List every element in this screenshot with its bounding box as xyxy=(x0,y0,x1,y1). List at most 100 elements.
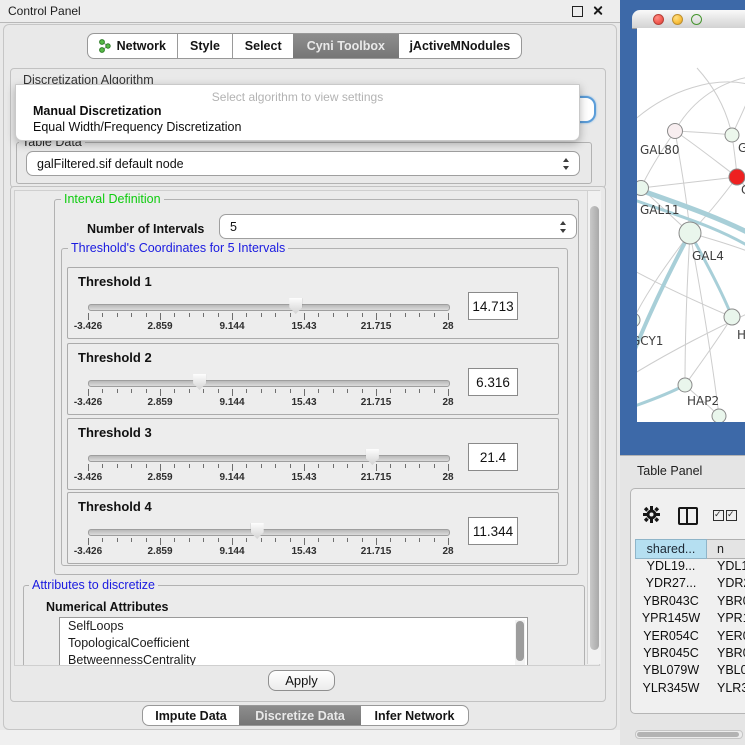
cell-name[interactable]: YBR0 xyxy=(707,646,745,663)
tab-discretize-data[interactable]: Discretize Data xyxy=(239,706,361,725)
table-row[interactable]: YLR345WYLR3 xyxy=(635,681,745,698)
traffic-minimize-icon[interactable] xyxy=(672,14,683,25)
tab-cyni-toolbox[interactable]: Cyni Toolbox xyxy=(293,34,399,58)
numerical-attributes-label: Numerical Attributes xyxy=(46,600,168,614)
threshold-slider-track[interactable] xyxy=(88,455,450,462)
network-edge[interactable] xyxy=(675,131,732,135)
list-item[interactable]: BetweennessCentrality xyxy=(60,652,527,666)
table-row[interactable]: YPR145WYPR1 xyxy=(635,611,745,628)
threshold-slider-track[interactable] xyxy=(88,529,450,536)
threshold-slider-thumb[interactable] xyxy=(289,298,302,314)
network-node[interactable] xyxy=(637,181,649,196)
bottom-tabbar: Impute Data Discretize Data Infer Networ… xyxy=(142,705,469,726)
network-window-titlebar[interactable] xyxy=(632,10,745,29)
threshold-slider-thumb[interactable] xyxy=(193,374,206,390)
table-data-combobox[interactable]: galFiltered.sif default node xyxy=(26,151,580,176)
network-edge[interactable] xyxy=(641,177,737,188)
network-edge[interactable] xyxy=(637,385,685,408)
cell-name[interactable]: YDL1 xyxy=(707,559,745,576)
scrollbar-thumb[interactable] xyxy=(590,206,599,650)
list-item[interactable]: SelfLoops xyxy=(60,618,527,635)
table-row[interactable]: YIL052CYIL0 xyxy=(635,698,745,699)
apply-button[interactable]: Apply xyxy=(268,670,335,691)
table-row[interactable]: YDR27...YDR2 xyxy=(635,576,745,593)
tick-mark xyxy=(390,389,391,393)
tick-mark xyxy=(131,313,132,317)
table-row[interactable]: YER054CYER0 xyxy=(635,629,745,646)
column-header-name[interactable]: n xyxy=(707,539,745,559)
threshold-slider-thumb[interactable] xyxy=(251,523,264,539)
traffic-zoom-icon[interactable] xyxy=(691,14,702,25)
threshold-slider-track[interactable] xyxy=(88,304,450,311)
tab-network[interactable]: Network xyxy=(88,34,177,58)
threshold-value-field[interactable]: 21.4 xyxy=(468,443,518,471)
settings-scrollbar[interactable] xyxy=(587,191,601,664)
cell-shared-name[interactable]: YBR043C xyxy=(635,594,707,611)
threshold-slider-thumb[interactable] xyxy=(366,449,379,465)
network-edge[interactable] xyxy=(697,68,732,135)
checkbox-icon[interactable] xyxy=(726,510,737,521)
table-row[interactable]: YBR045CYBR0 xyxy=(635,646,745,663)
network-node[interactable] xyxy=(678,378,692,392)
table-hscrollbar[interactable] xyxy=(635,730,743,739)
tab-infer-network[interactable]: Infer Network xyxy=(361,706,468,725)
cell-name[interactable]: YBL0 xyxy=(707,663,745,680)
threshold-value-field[interactable]: 14.713 xyxy=(468,292,518,320)
network-node[interactable] xyxy=(712,409,726,422)
network-node[interactable] xyxy=(679,222,701,244)
table-row[interactable]: YDL19...YDL1 xyxy=(635,559,745,576)
close-icon[interactable] xyxy=(592,5,603,16)
tick-mark xyxy=(290,313,291,317)
threshold-value-field[interactable]: 6.316 xyxy=(468,368,518,396)
cell-shared-name[interactable]: YDL19... xyxy=(635,559,707,576)
tab-style[interactable]: Style xyxy=(177,34,233,58)
cell-shared-name[interactable]: YDR27... xyxy=(635,576,707,593)
scrollbar-thumb[interactable] xyxy=(516,621,524,661)
network-edge[interactable] xyxy=(685,233,690,385)
tab-select[interactable]: Select xyxy=(232,34,293,58)
network-node[interactable] xyxy=(668,124,683,139)
network-node[interactable] xyxy=(724,309,740,325)
traffic-close-icon[interactable] xyxy=(653,14,664,25)
popup-option-manual-discretization[interactable]: Manual Discretization xyxy=(18,104,592,118)
threshold-slider-track[interactable] xyxy=(88,380,450,387)
network-edge[interactable] xyxy=(732,83,745,135)
list-item[interactable]: TopologicalCoefficient xyxy=(60,635,527,652)
table-row[interactable]: YBL079WYBL0 xyxy=(635,663,745,680)
cell-name[interactable]: YIL0 xyxy=(707,698,745,699)
tick-mark xyxy=(102,464,103,468)
cell-name[interactable]: YBR0 xyxy=(707,594,745,611)
cell-shared-name[interactable]: YBL079W xyxy=(635,663,707,680)
tab-jactivemnodules[interactable]: jActiveMNodules xyxy=(399,34,521,58)
tick-mark xyxy=(362,389,363,393)
network-edge[interactable] xyxy=(685,317,732,385)
network-edge[interactable] xyxy=(637,82,745,123)
checkbox-icon[interactable] xyxy=(713,510,724,521)
cell-shared-name[interactable]: YPR145W xyxy=(635,611,707,628)
attributes-list-scrollbar[interactable] xyxy=(515,620,525,666)
number-of-intervals-combobox[interactable]: 5 xyxy=(219,214,577,239)
threshold-value-field[interactable]: 11.344 xyxy=(468,517,518,545)
cell-shared-name[interactable]: YBR045C xyxy=(635,646,707,663)
scrollbar-thumb[interactable] xyxy=(637,732,739,737)
network-node[interactable] xyxy=(725,128,739,142)
network-edge[interactable] xyxy=(690,233,732,317)
cell-shared-name[interactable]: YIL052C xyxy=(635,698,707,699)
gear-icon[interactable] xyxy=(643,506,660,528)
split-columns-icon[interactable] xyxy=(678,507,698,525)
cell-name[interactable]: YER0 xyxy=(707,629,745,646)
cell-name[interactable]: YPR1 xyxy=(707,611,745,628)
cell-name[interactable]: YDR2 xyxy=(707,576,745,593)
cell-shared-name[interactable]: YLR345W xyxy=(635,681,707,698)
network-node[interactable] xyxy=(637,313,640,327)
float-icon[interactable] xyxy=(572,6,583,17)
tick-label: 2.859 xyxy=(147,546,172,557)
popup-option-equal-width-frequency[interactable]: Equal Width/Frequency Discretization xyxy=(18,120,592,134)
table-row[interactable]: YBR043CYBR0 xyxy=(635,594,745,611)
cell-name[interactable]: YLR3 xyxy=(707,681,745,698)
cell-shared-name[interactable]: YER054C xyxy=(635,629,707,646)
tab-impute-data[interactable]: Impute Data xyxy=(143,706,239,725)
column-header-shared-name[interactable]: shared... xyxy=(635,539,707,559)
network-canvas[interactable]: GAL80GACGAL11GAL4GCY1HHAP2 xyxy=(637,28,745,422)
network-edge[interactable] xyxy=(641,131,675,188)
